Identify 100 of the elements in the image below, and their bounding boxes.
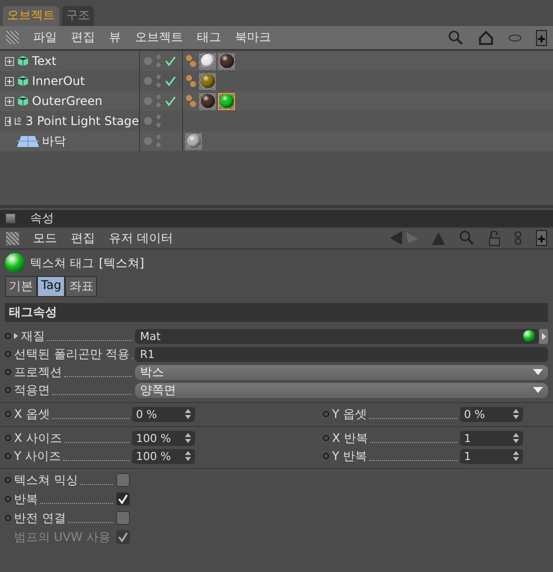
- object-row[interactable]: InnerOut: [0, 71, 553, 91]
- field-label: Y 반복: [332, 448, 368, 464]
- field-label: 재질: [21, 328, 45, 344]
- search-icon[interactable]: [448, 30, 464, 46]
- home-icon[interactable]: [478, 30, 494, 46]
- spinner-icon[interactable]: [513, 451, 519, 461]
- layer-dot-icon[interactable]: [144, 77, 152, 85]
- panel-title: 속성: [30, 210, 54, 227]
- expand-icon[interactable]: [5, 56, 14, 66]
- spinner-icon[interactable]: [513, 409, 519, 419]
- layer-dot-icon[interactable]: [144, 117, 152, 125]
- check-icon[interactable]: [165, 76, 176, 86]
- field-label: 선택된 폴리곤만 적용: [14, 346, 130, 362]
- menu-item[interactable]: 편집: [71, 230, 95, 246]
- field-label: 범프의 UVW 사용: [14, 528, 110, 546]
- layer-dot-icon[interactable]: [144, 57, 152, 65]
- new-panel-icon[interactable]: [536, 30, 547, 46]
- object-name[interactable]: 3 Point Light Stage: [26, 114, 139, 128]
- floor-plane-icon: [17, 135, 39, 147]
- section-header: 태그속성: [5, 303, 548, 322]
- attribute-heading: 텍스쳐 태그: [30, 254, 94, 272]
- cube-icon: [17, 95, 29, 107]
- number-field[interactable]: 100 %: [132, 430, 195, 446]
- material-ball-icon: [5, 253, 25, 273]
- object-row[interactable]: OuterGreen: [0, 91, 553, 111]
- field-label: 텍스쳐 믹싱: [14, 472, 78, 488]
- dropdown[interactable]: 양쪽면: [135, 382, 548, 398]
- number-field[interactable]: 1: [460, 448, 523, 464]
- menu-item[interactable]: 태그: [197, 29, 221, 46]
- object-name[interactable]: Text: [32, 54, 56, 68]
- attribute-tab[interactable]: 기본: [5, 276, 37, 297]
- menu-item[interactable]: 뷰: [109, 29, 121, 46]
- field-label: 적용면: [14, 382, 50, 398]
- menu-item[interactable]: 모드: [33, 230, 57, 246]
- number-field[interactable]: 1: [460, 430, 523, 446]
- visibility-dots-icon[interactable]: [156, 134, 161, 148]
- field-label: 프로젝션: [14, 364, 62, 380]
- number-field[interactable]: 0 %: [460, 406, 523, 422]
- field-label: X 반복: [332, 430, 368, 446]
- attribute-tab[interactable]: Tag: [37, 276, 66, 297]
- checkbox[interactable]: [116, 511, 130, 525]
- object-row[interactable]: 바닥: [0, 131, 553, 151]
- check-icon[interactable]: [165, 96, 176, 106]
- field-label: 반복: [14, 490, 38, 508]
- new-panel-icon[interactable]: [536, 230, 547, 246]
- menu-item[interactable]: 파일: [33, 29, 57, 46]
- field-label: Y 사이즈: [14, 448, 62, 464]
- field-label: X 옵셋: [14, 406, 50, 422]
- checkbox[interactable]: [116, 492, 130, 506]
- object-row[interactable]: 3 Point Light Stage: [0, 111, 553, 131]
- object-name[interactable]: 바닥: [42, 132, 66, 150]
- visibility-dots-icon[interactable]: [156, 74, 161, 88]
- field-label: 반전 연결: [14, 510, 66, 526]
- visibility-dots-icon[interactable]: [156, 94, 161, 108]
- expand-icon[interactable]: [5, 96, 14, 106]
- checkbox[interactable]: [116, 473, 130, 487]
- menu-item[interactable]: 오브젝트: [135, 29, 183, 46]
- caret-icon: [533, 387, 543, 393]
- spinner-icon[interactable]: [185, 409, 191, 419]
- spinner-icon[interactable]: [513, 433, 519, 443]
- unlock-icon[interactable]: [489, 230, 500, 246]
- cube-icon: [17, 55, 29, 67]
- circles-icon[interactable]: [514, 231, 522, 245]
- object-name[interactable]: OuterGreen: [32, 94, 102, 108]
- number-field[interactable]: 100 %: [132, 448, 195, 464]
- number-field[interactable]: 0 %: [132, 406, 195, 422]
- check-icon[interactable]: [165, 56, 176, 66]
- caret-icon: [533, 369, 543, 375]
- field-label: X 사이즈: [14, 430, 62, 446]
- menu-item[interactable]: 유저 데이터: [109, 230, 173, 246]
- menu-item[interactable]: 편집: [71, 29, 95, 46]
- visibility-dots-icon[interactable]: [156, 54, 161, 68]
- panel-tab[interactable]: 오브젝트: [3, 6, 59, 26]
- text-field[interactable]: R1: [135, 346, 548, 362]
- expand-icon[interactable]: [5, 76, 14, 86]
- grip-icon[interactable]: [6, 232, 19, 244]
- object-name[interactable]: InnerOut: [32, 74, 85, 88]
- cube-icon: [17, 75, 29, 87]
- eye-icon[interactable]: [508, 34, 522, 42]
- phong-tag-icon[interactable]: [185, 72, 197, 90]
- expand-icon[interactable]: [5, 116, 12, 126]
- field-label: Y 옵셋: [332, 406, 368, 422]
- panel-icon: [5, 213, 16, 224]
- back-arrow-icon[interactable]: [390, 231, 402, 245]
- up-arrow-icon[interactable]: [432, 232, 445, 244]
- attribute-tab[interactable]: 좌표: [65, 276, 98, 297]
- object-type-label: [텍스쳐]: [98, 254, 144, 272]
- layer-dot-icon[interactable]: [144, 137, 152, 145]
- dropdown[interactable]: 박스: [135, 364, 548, 380]
- object-row[interactable]: Text: [0, 51, 553, 71]
- grip-icon[interactable]: [6, 31, 19, 44]
- search-icon[interactable]: [459, 230, 475, 246]
- layer-dot-icon[interactable]: [144, 97, 152, 105]
- spinner-icon[interactable]: [185, 433, 191, 443]
- visibility-dots-icon[interactable]: [156, 114, 161, 128]
- material-link-field[interactable]: Mat: [135, 328, 539, 344]
- panel-tab[interactable]: 구조: [62, 6, 94, 26]
- expand-arrow-icon[interactable]: [14, 333, 18, 339]
- spinner-icon[interactable]: [185, 451, 191, 461]
- menu-item[interactable]: 북마크: [235, 29, 271, 46]
